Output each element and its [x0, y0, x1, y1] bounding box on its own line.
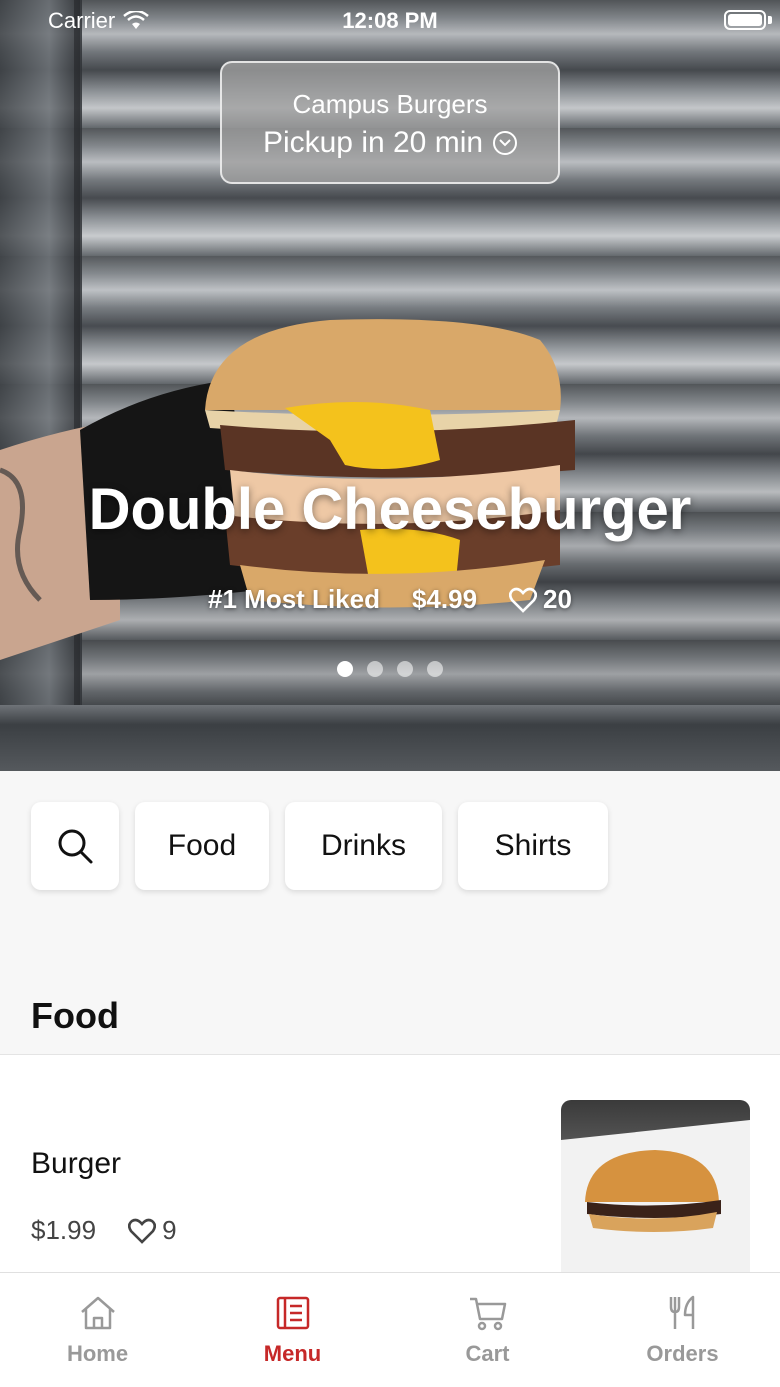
menu-item-name: Burger [31, 1147, 122, 1180]
featured-item-meta: #1 Most Liked $4.99 20 [0, 584, 780, 615]
tab-cart-label: Cart [465, 1341, 510, 1366]
carousel-pager[interactable] [0, 661, 780, 677]
category-food-chip[interactable]: Food [135, 802, 269, 890]
menu-item-likes: 9 [128, 1215, 177, 1246]
home-icon [80, 1296, 115, 1330]
pickup-label: Pickup in 20 min [262, 126, 484, 159]
tab-cart[interactable]: Cart [390, 1273, 585, 1387]
menu-icon [276, 1296, 309, 1330]
pickup-time: Pickup in 20 min [222, 126, 558, 160]
heart-icon [128, 1218, 157, 1244]
clock: 12:08 PM [342, 8, 438, 33]
search-button[interactable] [31, 802, 119, 890]
bottom-tab-bar: Home Menu Cart Orders [0, 1272, 780, 1387]
section-title: Food [31, 995, 119, 1036]
menu-item-price: $1.99 [31, 1215, 97, 1245]
featured-badge: #1 Most Liked [208, 584, 380, 614]
tab-orders[interactable]: Orders [585, 1273, 780, 1387]
burger-thumbnail-image [561, 1120, 750, 1275]
carousel-dot[interactable] [367, 661, 383, 677]
featured-price: $4.99 [411, 584, 478, 614]
battery-cap [768, 16, 772, 24]
featured-item-title: Double Cheeseburger [88, 477, 692, 542]
carousel-dot[interactable] [397, 661, 413, 677]
store-name: Campus Burgers [292, 89, 488, 119]
battery-icon [724, 10, 766, 30]
featured-likes-count: 20 [543, 584, 572, 614]
menu-item-row[interactable]: Burger $1.99 9 [0, 1055, 780, 1275]
tab-home-label: Home [66, 1341, 129, 1366]
heart-icon [509, 587, 538, 613]
tab-menu-label: Menu [263, 1341, 322, 1366]
category-chips: Food Drinks Shirts [31, 802, 608, 890]
category-shirts-chip[interactable]: Shirts [458, 802, 608, 890]
carousel-dot[interactable] [337, 661, 353, 677]
carousel-dot[interactable] [427, 661, 443, 677]
search-icon [58, 829, 93, 864]
menu-item-thumbnail [561, 1100, 750, 1275]
cart-icon [469, 1297, 506, 1331]
store-selector-button[interactable]: Campus Burgers Pickup in 20 min [220, 61, 560, 184]
menu-item-meta: $1.99 9 [31, 1215, 177, 1246]
featured-hero[interactable]: Carrier 12:08 PM Campus Burgers Pickup i… [0, 0, 780, 771]
chevron-down-circle-icon [493, 131, 518, 155]
category-drinks-chip[interactable]: Drinks [285, 802, 442, 890]
status-bar: Carrier 12:08 PM [0, 0, 780, 40]
featured-likes: 20 [509, 584, 572, 615]
tab-home[interactable]: Home [0, 1273, 195, 1387]
tab-orders-label: Orders [646, 1341, 719, 1366]
fork-knife-icon [669, 1295, 694, 1329]
tab-menu[interactable]: Menu [195, 1273, 390, 1387]
menu-item-likes-count: 9 [162, 1215, 177, 1245]
